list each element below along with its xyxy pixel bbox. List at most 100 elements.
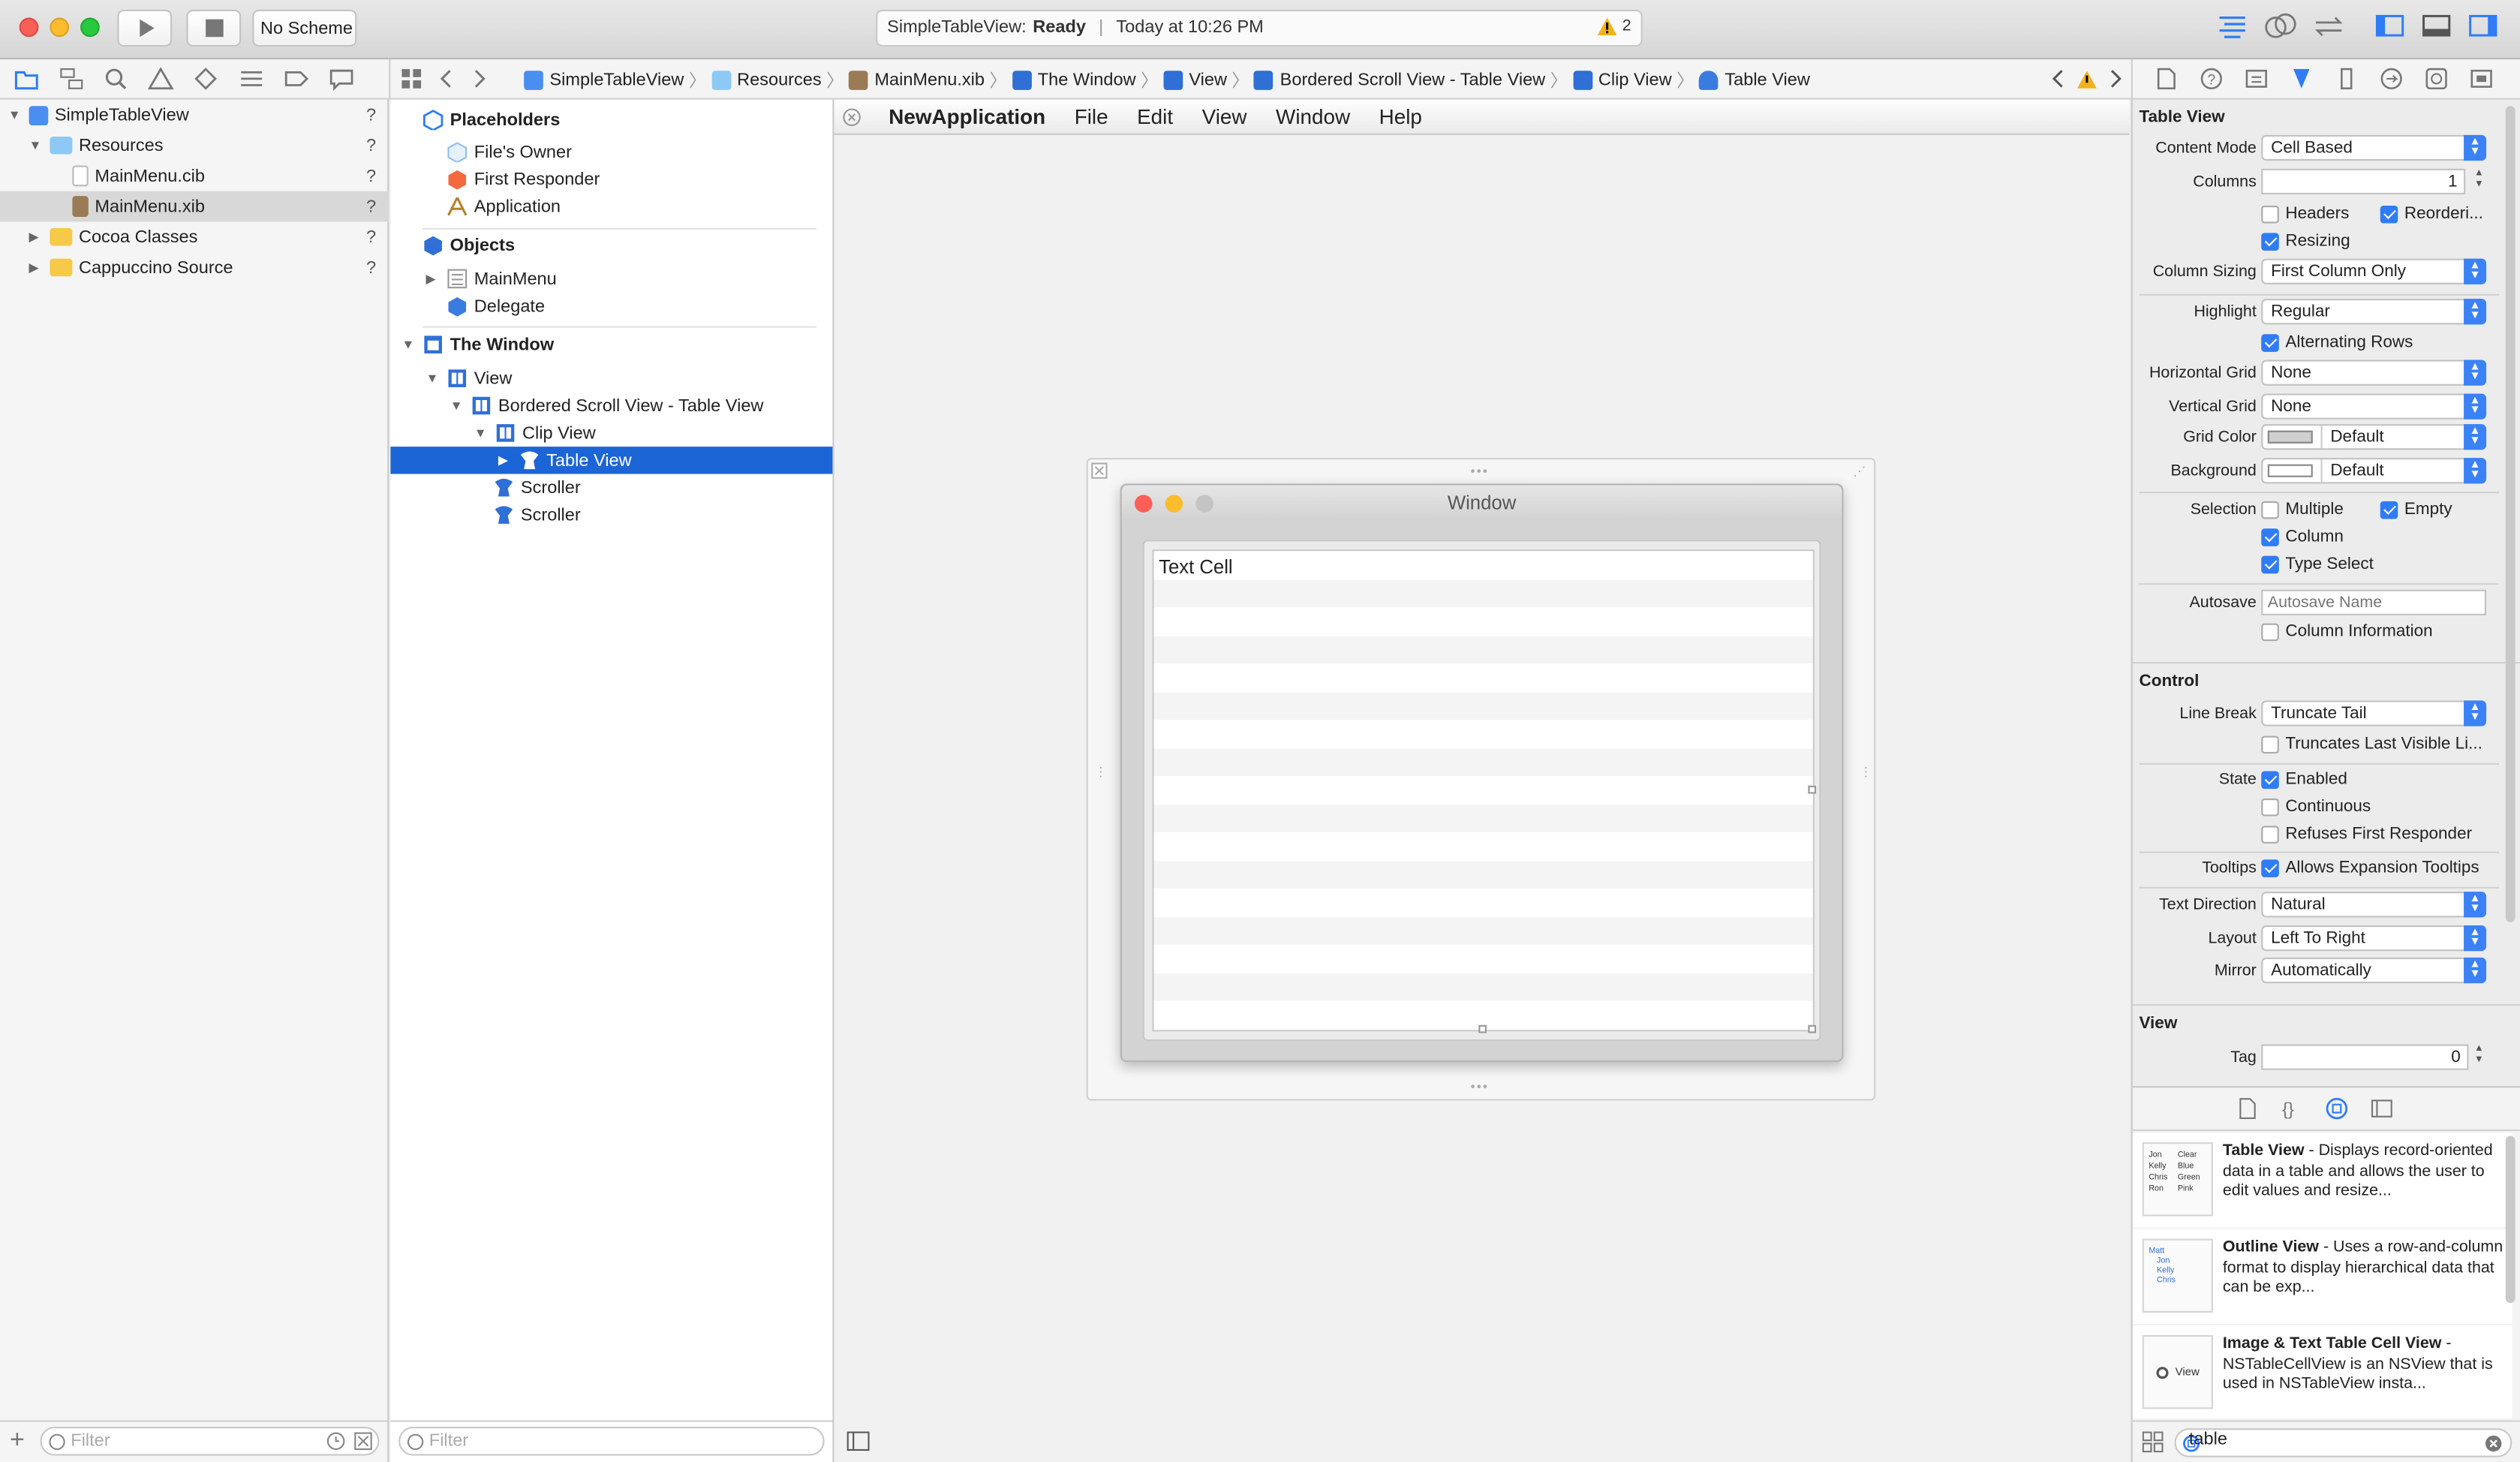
outline-item-first-responder[interactable]: First Responder bbox=[390, 165, 832, 192]
table-row[interactable] bbox=[1153, 973, 1813, 1001]
outline-item-application[interactable]: Application bbox=[390, 193, 832, 220]
table-row[interactable] bbox=[1153, 916, 1813, 945]
table-row[interactable] bbox=[1153, 607, 1813, 636]
related-items-icon[interactable] bbox=[400, 68, 423, 90]
media-library-icon[interactable] bbox=[2371, 1097, 2393, 1120]
project-navigator-icon[interactable] bbox=[13, 66, 40, 92]
table-row[interactable] bbox=[1153, 635, 1813, 664]
scene-close-icon[interactable] bbox=[1091, 462, 1108, 479]
outline-item-clip-view[interactable]: ▼ Clip View bbox=[390, 420, 832, 447]
version-editor-button[interactable] bbox=[2308, 10, 2350, 47]
table-row[interactable] bbox=[1153, 579, 1813, 608]
table-row[interactable] bbox=[1153, 551, 1813, 579]
nav-item-project[interactable]: ▼ SimpleTableView ? bbox=[0, 100, 389, 131]
crumb-resources[interactable]: Resources bbox=[711, 71, 822, 90]
code-snippet-library-icon[interactable]: {} bbox=[2281, 1097, 2303, 1120]
warning-icon[interactable] bbox=[2076, 68, 2097, 89]
object-library-icon[interactable] bbox=[2326, 1097, 2348, 1120]
disclosure-closed-icon[interactable]: ▶ bbox=[426, 272, 442, 286]
table-row[interactable] bbox=[1153, 944, 1813, 973]
table-row[interactable] bbox=[1153, 860, 1813, 889]
crumb-scroll-view[interactable]: Bordered Scroll View - Table View bbox=[1254, 71, 1545, 90]
disclosure-open-icon[interactable]: ▼ bbox=[426, 372, 442, 386]
minimize-window-button[interactable] bbox=[50, 17, 70, 38]
effects-inspector-icon[interactable] bbox=[2468, 68, 2494, 90]
crumb-mainmenu-xib[interactable]: MainMenu.xib bbox=[849, 71, 985, 90]
resize-handle-bottom[interactable]: ••• bbox=[1471, 1080, 1489, 1094]
library-scrollbar[interactable] bbox=[2505, 1136, 2515, 1304]
table-row[interactable] bbox=[1153, 832, 1813, 861]
table-row[interactable] bbox=[1153, 804, 1813, 832]
horizontal-grid-popup[interactable]: None ▲ ▼ bbox=[2261, 359, 2487, 386]
library-item-outline-view[interactable]: Matt Jon Kelly Chris Outline View - Uses… bbox=[2132, 1229, 2512, 1324]
column-sizing-popup[interactable]: First Column Only ▲ ▼ bbox=[2261, 258, 2487, 284]
autosave-name-field[interactable] bbox=[2261, 589, 2487, 615]
outline-item-mainmenu[interactable]: ▶ MainMenu bbox=[390, 265, 832, 292]
table-view[interactable]: Text Cell bbox=[1152, 549, 1817, 1033]
nav-item-mainmenu-cib[interactable]: MainMenu.cib ? bbox=[0, 161, 389, 191]
menu-help[interactable]: Help bbox=[1379, 104, 1422, 128]
outline-item-scroll-view[interactable]: ▼ Bordered Scroll View - Table View bbox=[390, 392, 832, 419]
window-scene-frame[interactable]: ••• ⋰ ⋮ ⋮ ••• Window Text Cell bbox=[1086, 458, 1876, 1101]
crumb-view[interactable]: View bbox=[1163, 71, 1227, 90]
add-file-button[interactable]: + bbox=[10, 1427, 25, 1456]
grid-view-icon[interactable] bbox=[2142, 1431, 2164, 1453]
menu-file[interactable]: File bbox=[1075, 104, 1108, 128]
file-inspector-icon[interactable] bbox=[2154, 68, 2179, 90]
resize-handle-left[interactable]: ⋮ bbox=[1094, 765, 1107, 779]
table-row[interactable] bbox=[1153, 691, 1813, 720]
tag-stepper[interactable]: ▲ ▼ bbox=[2472, 1044, 2486, 1069]
attributes-inspector-icon[interactable] bbox=[2289, 68, 2314, 90]
symbol-navigator-icon[interactable] bbox=[58, 66, 85, 92]
show-outline-icon[interactable] bbox=[847, 1431, 870, 1451]
toggle-debug-area-button[interactable] bbox=[2419, 10, 2454, 47]
disclosure-closed-icon[interactable]: ▶ bbox=[498, 453, 514, 468]
content-mode-popup[interactable]: Cell Based ▲ ▼ bbox=[2261, 134, 2487, 161]
disclosure-closed-icon[interactable]: ▶ bbox=[29, 260, 45, 275]
toggle-utilities-button[interactable] bbox=[2465, 10, 2500, 47]
recent-files-icon[interactable] bbox=[326, 1431, 346, 1451]
text-cell[interactable]: Text Cell bbox=[1159, 556, 1233, 579]
assistant-editor-button[interactable] bbox=[2260, 10, 2302, 47]
alternating-rows-checkbox[interactable] bbox=[2261, 334, 2279, 352]
reordering-checkbox[interactable] bbox=[2380, 206, 2398, 224]
toggle-navigator-button[interactable] bbox=[2372, 10, 2407, 47]
outline-item-table-view[interactable]: ▶ Table View bbox=[390, 447, 833, 474]
forward-arrow-icon[interactable] bbox=[471, 68, 486, 90]
table-row[interactable] bbox=[1153, 775, 1813, 805]
outline-filter-field[interactable]: Filter bbox=[398, 1426, 825, 1456]
line-break-popup[interactable]: Truncate Tail ▲ ▼ bbox=[2261, 700, 2487, 726]
crumb-project[interactable]: SimpleTableView bbox=[524, 71, 684, 90]
back-arrow-icon[interactable] bbox=[439, 68, 455, 90]
layout-popup[interactable]: Left To Right ▲ ▼ bbox=[2261, 925, 2487, 952]
library-item-image-text-cell-view[interactable]: View Image & Text Table Cell View - NSTa… bbox=[2132, 1325, 2512, 1419]
breakpoint-navigator-icon[interactable] bbox=[283, 66, 310, 92]
warning-indicator[interactable]: 2 bbox=[1598, 17, 1631, 36]
enabled-checkbox[interactable] bbox=[2261, 771, 2279, 790]
size-inspector-icon[interactable] bbox=[2334, 68, 2359, 90]
app-menu-title[interactable]: NewApplication bbox=[889, 104, 1045, 128]
scm-filter-icon[interactable] bbox=[353, 1431, 373, 1451]
connections-inspector-icon[interactable] bbox=[2379, 68, 2404, 90]
nav-item-cappuccino-source[interactable]: ▶ Cappuccino Source ? bbox=[0, 252, 389, 283]
inspector-scrollbar[interactable] bbox=[2505, 106, 2515, 922]
disclosure-open-icon[interactable]: ▼ bbox=[474, 426, 490, 440]
issue-navigator-icon[interactable] bbox=[148, 66, 175, 92]
menu-window[interactable]: Window bbox=[1276, 104, 1350, 128]
clear-search-icon[interactable] bbox=[2485, 1435, 2503, 1453]
outline-item-delegate[interactable]: Delegate bbox=[390, 293, 832, 320]
empty-checkbox[interactable] bbox=[2380, 501, 2398, 519]
selection-handle-right[interactable] bbox=[1808, 785, 1817, 794]
vertical-grid-popup[interactable]: None ▲ ▼ bbox=[2261, 393, 2487, 420]
debug-navigator-icon[interactable] bbox=[238, 66, 265, 92]
text-direction-popup[interactable]: Natural ▲ ▼ bbox=[2261, 892, 2487, 918]
window-content-view[interactable]: Text Cell bbox=[1142, 540, 1821, 1042]
resize-handle-top[interactable]: ••• bbox=[1471, 465, 1489, 479]
file-template-library-icon[interactable] bbox=[2236, 1097, 2258, 1120]
table-row[interactable] bbox=[1153, 663, 1813, 692]
zoom-window-button[interactable] bbox=[80, 17, 100, 38]
scheme-selector[interactable]: No Scheme bbox=[252, 9, 357, 47]
nav-item-mainmenu-xib[interactable]: MainMenu.xib ? bbox=[0, 191, 389, 222]
library-item-table-view[interactable]: Jon Clear Kelly Blue Chris Green Ron Pink Ta… bbox=[2132, 1133, 2512, 1228]
disclosure-open-icon[interactable]: ▼ bbox=[401, 338, 417, 352]
